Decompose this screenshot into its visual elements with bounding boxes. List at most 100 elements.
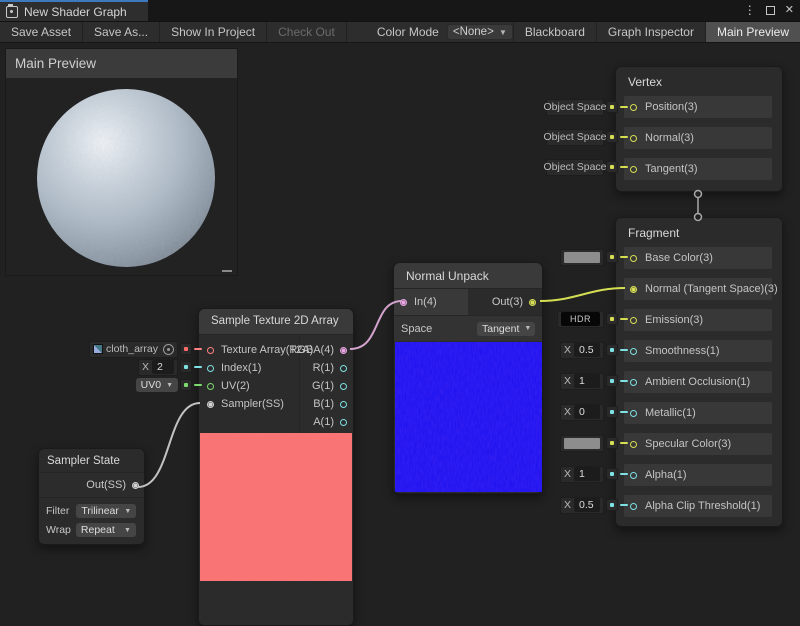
filter-dropdown[interactable]: Trilinear▼	[76, 504, 136, 518]
port-row-metallic[interactable]: Metallic(1)	[624, 402, 772, 424]
connector-dot[interactable]	[606, 437, 618, 449]
port-row-smoothness[interactable]: Smoothness(1)	[624, 340, 772, 362]
smoothness-widget[interactable]: X0.5	[560, 341, 628, 359]
port-row-emission[interactable]: Emission(3)	[624, 309, 772, 331]
base-color-widget[interactable]	[560, 248, 628, 266]
save-asset-button[interactable]: Save Asset	[0, 22, 83, 42]
connector-dot[interactable]	[180, 343, 192, 355]
wrap-dropdown[interactable]: Repeat▼	[76, 523, 136, 537]
port-row-b[interactable]: B(1)	[313, 395, 347, 413]
uv-channel-widget[interactable]: UV0▼	[136, 376, 202, 394]
blackboard-toggle[interactable]: Blackboard	[513, 22, 596, 42]
port-row-g[interactable]: G(1)	[312, 377, 347, 395]
metallic-widget[interactable]: X0	[560, 403, 628, 421]
hdr-color-swatch[interactable]: HDR	[561, 312, 600, 326]
panel-resize-handle[interactable]	[222, 270, 232, 272]
out-port[interactable]	[529, 299, 536, 306]
metallic-port[interactable]	[630, 410, 637, 417]
ambient-occlusion-widget[interactable]: X1	[560, 372, 628, 390]
connector-dot[interactable]	[606, 344, 618, 356]
graph-canvas[interactable]: Main Preview Vertex Position(3) Normal(3…	[0, 43, 800, 600]
cloth-array-texture-widget[interactable]: cloth_array	[89, 340, 202, 358]
float-field[interactable]: 0.5	[574, 343, 600, 357]
port-row-ambient-occlusion[interactable]: Ambient Occlusion(1)	[624, 371, 772, 393]
in-port[interactable]	[400, 299, 407, 306]
show-in-project-button[interactable]: Show In Project	[160, 22, 267, 42]
uv-dropdown[interactable]: UV0▼	[136, 378, 178, 392]
connector-dot[interactable]	[606, 499, 618, 511]
index-widget[interactable]: X2	[138, 358, 202, 376]
emission-widget[interactable]: HDR	[557, 310, 628, 328]
normal-port[interactable]	[630, 135, 637, 142]
close-icon[interactable]: ✕	[785, 5, 794, 16]
port-row-out-ss[interactable]: Out(SS)	[39, 472, 144, 498]
vertex-node[interactable]: Vertex Position(3) Normal(3) Tangent(3)	[615, 66, 783, 192]
base-color-port[interactable]	[630, 255, 637, 262]
specular-color-widget[interactable]	[560, 434, 628, 452]
alpha-clip-port[interactable]	[630, 503, 637, 510]
graph-inspector-toggle[interactable]: Graph Inspector	[596, 22, 705, 42]
normal-unpack-node[interactable]: Normal Unpack In(4) Out(3) Space Tangent…	[393, 262, 543, 494]
smoothness-port[interactable]	[630, 348, 637, 355]
connector-dot[interactable]	[606, 251, 618, 263]
space-dropdown[interactable]: Tangent▼	[477, 322, 535, 336]
port-row-uv[interactable]: UV(2)	[199, 377, 250, 395]
port-row-tangent[interactable]: Tangent(3)	[624, 158, 772, 180]
tangent-port[interactable]	[630, 166, 637, 173]
fragment-node[interactable]: Fragment Base Color(3) Normal (Tangent S…	[615, 217, 783, 527]
color-swatch[interactable]	[564, 252, 600, 263]
port-row-alpha-clip[interactable]: Alpha Clip Threshold(1)	[624, 495, 772, 517]
float-field[interactable]: 2	[152, 360, 174, 374]
port-row-a[interactable]: A(1)	[313, 413, 347, 431]
maximize-icon[interactable]	[766, 6, 775, 15]
port-row-normal-ts[interactable]: Normal (Tangent Space)(3)	[624, 278, 772, 300]
rgba-port[interactable]	[340, 347, 347, 354]
port-row-base-color[interactable]: Base Color(3)	[624, 247, 772, 269]
port-row-alpha[interactable]: Alpha(1)	[624, 464, 772, 486]
connector-dot[interactable]	[606, 161, 618, 173]
float-field[interactable]: 0	[574, 405, 600, 419]
connector-dot[interactable]	[606, 375, 618, 387]
specular-color-port[interactable]	[630, 441, 637, 448]
port-row-r[interactable]: R(1)	[313, 359, 347, 377]
save-as-button[interactable]: Save As...	[83, 22, 160, 42]
color-mode-dropdown[interactable]: <None> ▼	[447, 24, 513, 40]
main-preview-panel[interactable]: Main Preview	[5, 48, 238, 276]
g-port[interactable]	[340, 383, 347, 390]
connector-dot[interactable]	[606, 313, 618, 325]
alpha-clip-widget[interactable]: X0.5	[560, 496, 628, 514]
float-field[interactable]: 1	[574, 374, 600, 388]
port-row-rgba[interactable]: RGBA(4)	[289, 341, 347, 359]
uv-port[interactable]	[207, 383, 214, 390]
connector-dot[interactable]	[606, 406, 618, 418]
connector-dot[interactable]	[606, 468, 618, 480]
object-picker-icon[interactable]	[163, 344, 174, 355]
b-port[interactable]	[340, 401, 347, 408]
position-port[interactable]	[630, 104, 637, 111]
port-row-normal[interactable]: Normal(3)	[624, 127, 772, 149]
alpha-widget[interactable]: X1	[560, 465, 628, 483]
connector-dot[interactable]	[606, 131, 618, 143]
port-row-specular-color[interactable]: Specular Color(3)	[624, 433, 772, 455]
texture-array-port[interactable]	[207, 347, 214, 354]
connector-dot[interactable]	[180, 361, 192, 373]
normal-space-widget[interactable]: Object Space	[546, 128, 628, 146]
port-row-out[interactable]: Out(3)	[492, 289, 536, 315]
index-port[interactable]	[207, 365, 214, 372]
out-ss-port[interactable]	[132, 482, 139, 489]
emission-port[interactable]	[630, 317, 637, 324]
alpha-port[interactable]	[630, 472, 637, 479]
connector-dot[interactable]	[180, 379, 192, 391]
ambient-occlusion-port[interactable]	[630, 379, 637, 386]
port-row-position[interactable]: Position(3)	[624, 96, 772, 118]
sample-texture-2d-array-node[interactable]: Sample Texture 2D Array Texture Array(T2…	[198, 308, 354, 626]
window-menu-icon[interactable]: ⋮	[744, 4, 756, 16]
connector-dot[interactable]	[606, 101, 618, 113]
normal-ts-port[interactable]	[630, 286, 637, 293]
port-row-sampler[interactable]: Sampler(SS)	[199, 395, 284, 413]
main-preview-toggle[interactable]: Main Preview	[705, 22, 800, 42]
a-port[interactable]	[340, 419, 347, 426]
port-row-index[interactable]: Index(1)	[199, 359, 261, 377]
sampler-state-node[interactable]: Sampler State Out(SS) Filter Trilinear▼ …	[38, 448, 145, 545]
color-swatch[interactable]	[564, 438, 600, 449]
